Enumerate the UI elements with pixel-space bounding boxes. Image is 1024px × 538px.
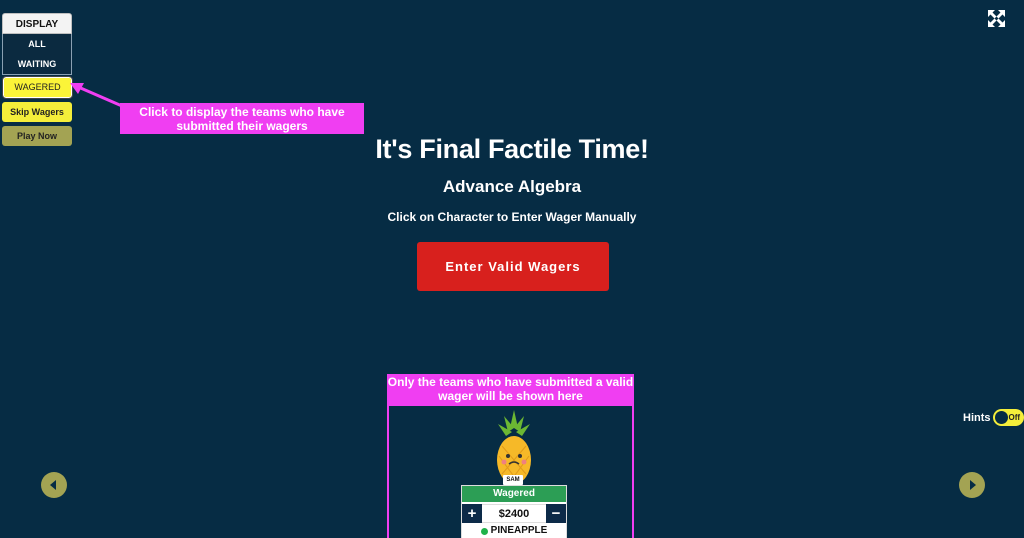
page-title: It's Final Factile Time! xyxy=(375,134,649,164)
increase-wager-button[interactable]: + xyxy=(462,504,482,523)
display-header: DISPLAY xyxy=(2,13,72,34)
hints-control: Hints Off xyxy=(963,409,1024,426)
team-wager-card: Wagered + $2400 − PINEAPPLE xyxy=(461,485,567,538)
display-option-waiting[interactable]: WAITING xyxy=(3,54,71,74)
category-subtitle: Advance Algebra xyxy=(442,177,582,196)
callout-arrow-icon xyxy=(70,83,123,108)
display-option-wagered[interactable]: WAGERED xyxy=(2,76,73,99)
wager-area-hint-callout: Only the teams who have submitted a vali… xyxy=(387,374,634,404)
arrow-left-icon xyxy=(50,480,56,490)
pineapple-character-icon[interactable] xyxy=(492,410,536,484)
team-name-tag: SAM xyxy=(503,475,523,485)
wager-amount-row: + $2400 − xyxy=(462,504,566,523)
online-status-icon xyxy=(480,527,488,535)
enter-valid-wagers-button[interactable]: Enter Valid Wagers xyxy=(417,242,609,291)
wager-amount: $2400 xyxy=(482,504,546,523)
hints-label: Hints xyxy=(963,411,991,424)
display-option-all[interactable]: ALL xyxy=(3,34,71,54)
previous-button[interactable] xyxy=(41,472,67,498)
team-name-row: PINEAPPLE xyxy=(462,523,566,538)
display-filter-panel: DISPLAY ALL WAITING xyxy=(2,13,72,75)
hints-toggle[interactable]: Off xyxy=(992,409,1024,426)
next-button[interactable] xyxy=(959,472,985,498)
wagered-teams-area: SAM Wagered + $2400 − PINEAPPLE xyxy=(387,404,634,538)
wagered-hint-callout: Click to display the teams who have subm… xyxy=(120,103,364,134)
skip-wagers-button[interactable]: Skip Wagers xyxy=(2,102,72,122)
instruction-text: Click on Character to Enter Wager Manual… xyxy=(387,210,637,224)
display-options: ALL WAITING xyxy=(2,34,72,75)
hints-state: Off xyxy=(1008,413,1021,422)
toggle-knob xyxy=(994,411,1008,424)
arrow-right-icon xyxy=(970,480,976,490)
fullscreen-icon[interactable] xyxy=(988,10,1005,27)
team-name: PINEAPPLE xyxy=(490,525,548,536)
decrease-wager-button[interactable]: − xyxy=(546,504,566,523)
wager-status-badge: Wagered xyxy=(462,486,566,502)
